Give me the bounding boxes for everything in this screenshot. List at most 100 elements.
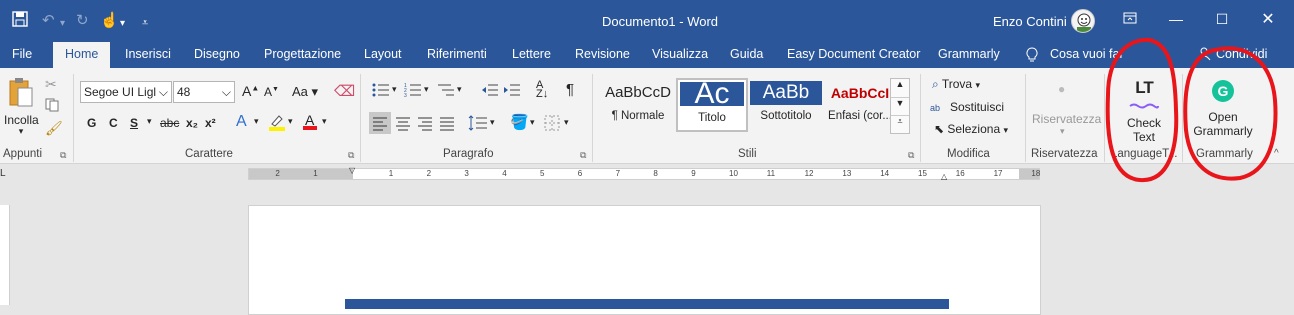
shading-icon[interactable]: 🪣 xyxy=(510,113,529,131)
maximize-icon[interactable]: ☐ xyxy=(1212,11,1232,28)
text-effects-icon[interactable]: A xyxy=(236,113,247,131)
tab-revisione[interactable]: Revisione xyxy=(575,47,630,61)
line-spacing-icon[interactable] xyxy=(468,115,488,134)
font-size-field[interactable]: 48 ⌵ xyxy=(173,81,235,103)
text-effects-dropdown-icon[interactable]: ▾ xyxy=(254,116,259,127)
divider xyxy=(920,74,921,162)
touch-mode-dropdown-icon[interactable]: ▾ xyxy=(120,14,125,34)
chevron-down-icon: ⌵ xyxy=(221,85,231,99)
save-icon[interactable] xyxy=(12,11,28,33)
check-text-button[interactable]: LT Check Text xyxy=(1118,78,1170,144)
chevron-up-icon[interactable]: ▲ xyxy=(891,79,909,97)
highlight-dropdown-icon[interactable]: ▾ xyxy=(288,116,293,127)
paste-button[interactable]: Incolla ▾ xyxy=(4,76,39,136)
styles-launcher-icon[interactable]: ⧉ xyxy=(908,150,914,161)
tab-file[interactable]: File xyxy=(12,47,32,61)
grow-font-icon[interactable]: A▲ xyxy=(242,83,259,99)
tab-progettazione[interactable]: Progettazione xyxy=(264,47,341,61)
align-right-icon[interactable] xyxy=(414,112,436,137)
numbering-dropdown-icon[interactable]: ▾ xyxy=(424,84,429,95)
replace-button[interactable]: ab xyxy=(930,100,940,114)
user-name[interactable]: Enzo Contini xyxy=(993,14,1067,29)
highlight-icon[interactable] xyxy=(268,113,286,134)
format-painter-icon[interactable]: 🖌 xyxy=(45,120,63,137)
tab-riferimenti[interactable]: Riferimenti xyxy=(427,47,487,61)
underline-dropdown-icon[interactable]: ▾ xyxy=(147,116,152,127)
undo-dropdown-icon[interactable]: ▾ xyxy=(60,14,65,34)
styles-more-icon[interactable]: ⩡ xyxy=(891,115,909,133)
change-case-button[interactable]: Aa ▾ xyxy=(292,84,318,100)
privacy-dropdown-icon[interactable]: ▾ xyxy=(1060,126,1065,137)
align-left-icon[interactable] xyxy=(369,112,391,134)
open-grammarly-button[interactable]: G Open Grammarly xyxy=(1190,80,1256,138)
copy-icon[interactable] xyxy=(45,98,59,115)
tab-lettere[interactable]: Lettere xyxy=(512,47,551,61)
right-indent-marker-icon[interactable]: △ xyxy=(941,172,947,181)
style-sottotitolo[interactable]: AaBb Sottotitolo xyxy=(750,78,822,132)
decrease-indent-icon[interactable] xyxy=(481,82,499,101)
tab-visualizza[interactable]: Visualizza xyxy=(652,47,708,61)
bullets-dropdown-icon[interactable]: ▾ xyxy=(392,84,397,95)
justify-icon[interactable] xyxy=(436,112,458,137)
style-titolo[interactable]: Ac Titolo xyxy=(676,78,748,132)
style-enfasi[interactable]: AaBbCcI Enfasi (cor... xyxy=(824,78,896,132)
align-center-icon[interactable] xyxy=(392,112,414,137)
clipboard-launcher-icon[interactable]: ⧉ xyxy=(60,150,66,161)
font-name-field[interactable]: Segoe UI Ligl ⌵ xyxy=(80,81,172,103)
italic-button[interactable]: C xyxy=(109,116,118,130)
minimize-icon[interactable]: — xyxy=(1166,11,1186,27)
tab-home[interactable]: Home xyxy=(53,42,111,68)
tell-me-search[interactable]: Cosa vuoi far xyxy=(1050,47,1124,61)
line-spacing-dropdown-icon[interactable]: ▾ xyxy=(490,117,495,128)
tab-disegno[interactable]: Disegno xyxy=(194,47,240,61)
shrink-font-icon[interactable]: A▼ xyxy=(264,85,279,99)
close-icon[interactable]: ✕ xyxy=(1258,9,1278,29)
show-formatting-marks-icon[interactable]: ¶ xyxy=(566,81,574,98)
bullets-icon[interactable] xyxy=(372,82,390,101)
document-page[interactable] xyxy=(248,205,1041,315)
numbering-icon[interactable]: 123 xyxy=(404,82,422,101)
sort-icon[interactable]: A Z↓ xyxy=(536,80,548,100)
customize-qat-icon[interactable]: ⩡ xyxy=(142,13,148,33)
ribbon-display-options-icon[interactable] xyxy=(1120,11,1140,27)
font-launcher-icon[interactable]: ⧉ xyxy=(348,150,354,161)
find-button[interactable]: ⌕ Trova ▾ xyxy=(932,77,980,92)
collapse-ribbon-icon[interactable]: ^ xyxy=(1274,148,1279,159)
paragraph-launcher-icon[interactable]: ⧉ xyxy=(580,150,586,161)
ruler-label: 11 xyxy=(766,169,776,178)
strikethrough-button[interactable]: abc xyxy=(160,116,179,130)
chevron-down-icon[interactable]: ▼ xyxy=(891,97,909,115)
document-title: Documento1 - Word xyxy=(601,14,719,29)
clear-formatting-icon[interactable]: ⌫ xyxy=(334,82,355,100)
subscript-button[interactable]: x₂ xyxy=(186,116,198,130)
bold-button[interactable]: G xyxy=(87,116,96,130)
tab-grammarly[interactable]: Grammarly xyxy=(938,47,1000,61)
avatar[interactable] xyxy=(1071,9,1095,33)
underline-button[interactable]: S xyxy=(130,116,138,130)
share-button[interactable]: Condividi xyxy=(1216,47,1267,61)
borders-icon[interactable] xyxy=(544,115,560,134)
touch-mode-icon[interactable]: ☝ xyxy=(100,11,119,31)
increase-indent-icon[interactable] xyxy=(503,82,521,101)
indent-marker-icon[interactable]: ▽ xyxy=(349,166,355,175)
tab-guida[interactable]: Guida xyxy=(730,47,763,61)
undo-icon[interactable]: ↶ xyxy=(42,11,55,31)
superscript-button[interactable]: x² xyxy=(205,116,216,130)
tab-selector-icon[interactable]: L xyxy=(0,168,6,179)
cut-icon[interactable]: ✂ xyxy=(45,76,57,93)
style-normale[interactable]: AaBbCcD ¶ Normale xyxy=(602,78,674,132)
multilevel-list-dropdown-icon[interactable]: ▾ xyxy=(457,84,462,95)
replace-label[interactable]: Sostituisci xyxy=(950,100,1004,114)
redo-icon[interactable]: ↻ xyxy=(76,11,89,31)
tab-easy-document-creator[interactable]: Easy Document Creator xyxy=(787,47,920,61)
borders-dropdown-icon[interactable]: ▾ xyxy=(564,117,569,128)
tab-layout[interactable]: Layout xyxy=(364,47,402,61)
font-color-dropdown-icon[interactable]: ▾ xyxy=(322,116,327,127)
privacy-button[interactable]: Riservatezza xyxy=(1032,112,1101,126)
select-button[interactable]: ⬉ Seleziona ▾ xyxy=(934,122,1008,136)
tab-inserisci[interactable]: Inserisci xyxy=(125,47,171,61)
multilevel-list-icon[interactable] xyxy=(437,82,455,101)
shading-dropdown-icon[interactable]: ▾ xyxy=(530,117,535,128)
font-color-icon[interactable]: A xyxy=(302,112,318,133)
horizontal-ruler[interactable]: 2 1 1 2 3 4 5 6 7 8 9 10 11 12 13 14 15 16 17 18 ▽ △ xyxy=(248,166,1040,181)
